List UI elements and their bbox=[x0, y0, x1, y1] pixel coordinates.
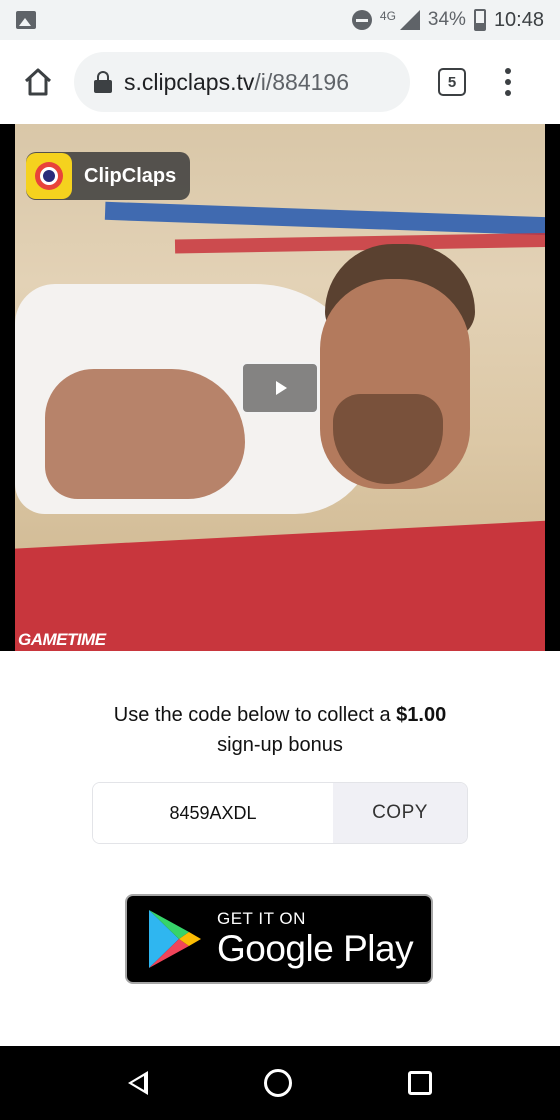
bonus-amount: $1.00 bbox=[396, 704, 447, 726]
battery-icon bbox=[473, 9, 486, 31]
promo-text: Use the code below to collect a $1.00 si… bbox=[113, 704, 447, 756]
google-play-small-text: GET IT ON bbox=[217, 909, 306, 928]
lock-icon bbox=[94, 71, 112, 93]
promo-code-box: 8459AXDL COPY bbox=[92, 782, 468, 844]
battery-percent: 34% bbox=[427, 9, 466, 30]
do-not-disturb-icon bbox=[351, 10, 372, 30]
url-text: s.clipclaps.tv/i/884196 bbox=[124, 68, 350, 95]
play-button[interactable] bbox=[241, 362, 319, 414]
tab-switcher-button[interactable]: 5 bbox=[438, 68, 466, 96]
system-navigation-bar bbox=[0, 1046, 560, 1120]
google-play-big-text: Google Play bbox=[217, 928, 414, 969]
clipclaps-badge-label: ClipClaps bbox=[84, 164, 177, 187]
home-button[interactable] bbox=[16, 60, 60, 104]
home-circle-icon[interactable] bbox=[264, 1069, 292, 1097]
network-type: 4G bbox=[379, 9, 396, 23]
promo-code-value[interactable]: 8459AXDL bbox=[93, 783, 333, 843]
signal-icon bbox=[399, 10, 420, 30]
video-watermark: GAMETIME bbox=[18, 630, 106, 649]
home-icon bbox=[24, 68, 52, 96]
overflow-menu-button[interactable] bbox=[498, 62, 518, 102]
clipclaps-badge: ClipClaps bbox=[26, 152, 191, 200]
gallery-notification-icon bbox=[16, 11, 36, 29]
video-player[interactable]: ClipClaps GAMETIME bbox=[0, 124, 560, 651]
address-bar[interactable]: s.clipclaps.tv/i/884196 bbox=[74, 52, 410, 112]
clock: 10:48 bbox=[493, 8, 544, 31]
google-play-icon bbox=[149, 910, 201, 968]
back-icon[interactable] bbox=[128, 1071, 148, 1095]
copy-button[interactable]: COPY bbox=[333, 783, 467, 843]
clipclaps-logo-icon bbox=[26, 153, 72, 199]
status-bar: 4G 34% 10:48 bbox=[0, 0, 560, 40]
browser-toolbar: s.clipclaps.tv/i/884196 5 bbox=[0, 40, 560, 124]
recents-icon[interactable] bbox=[408, 1071, 432, 1095]
google-play-button[interactable]: GET IT ON Google Play bbox=[125, 894, 433, 984]
